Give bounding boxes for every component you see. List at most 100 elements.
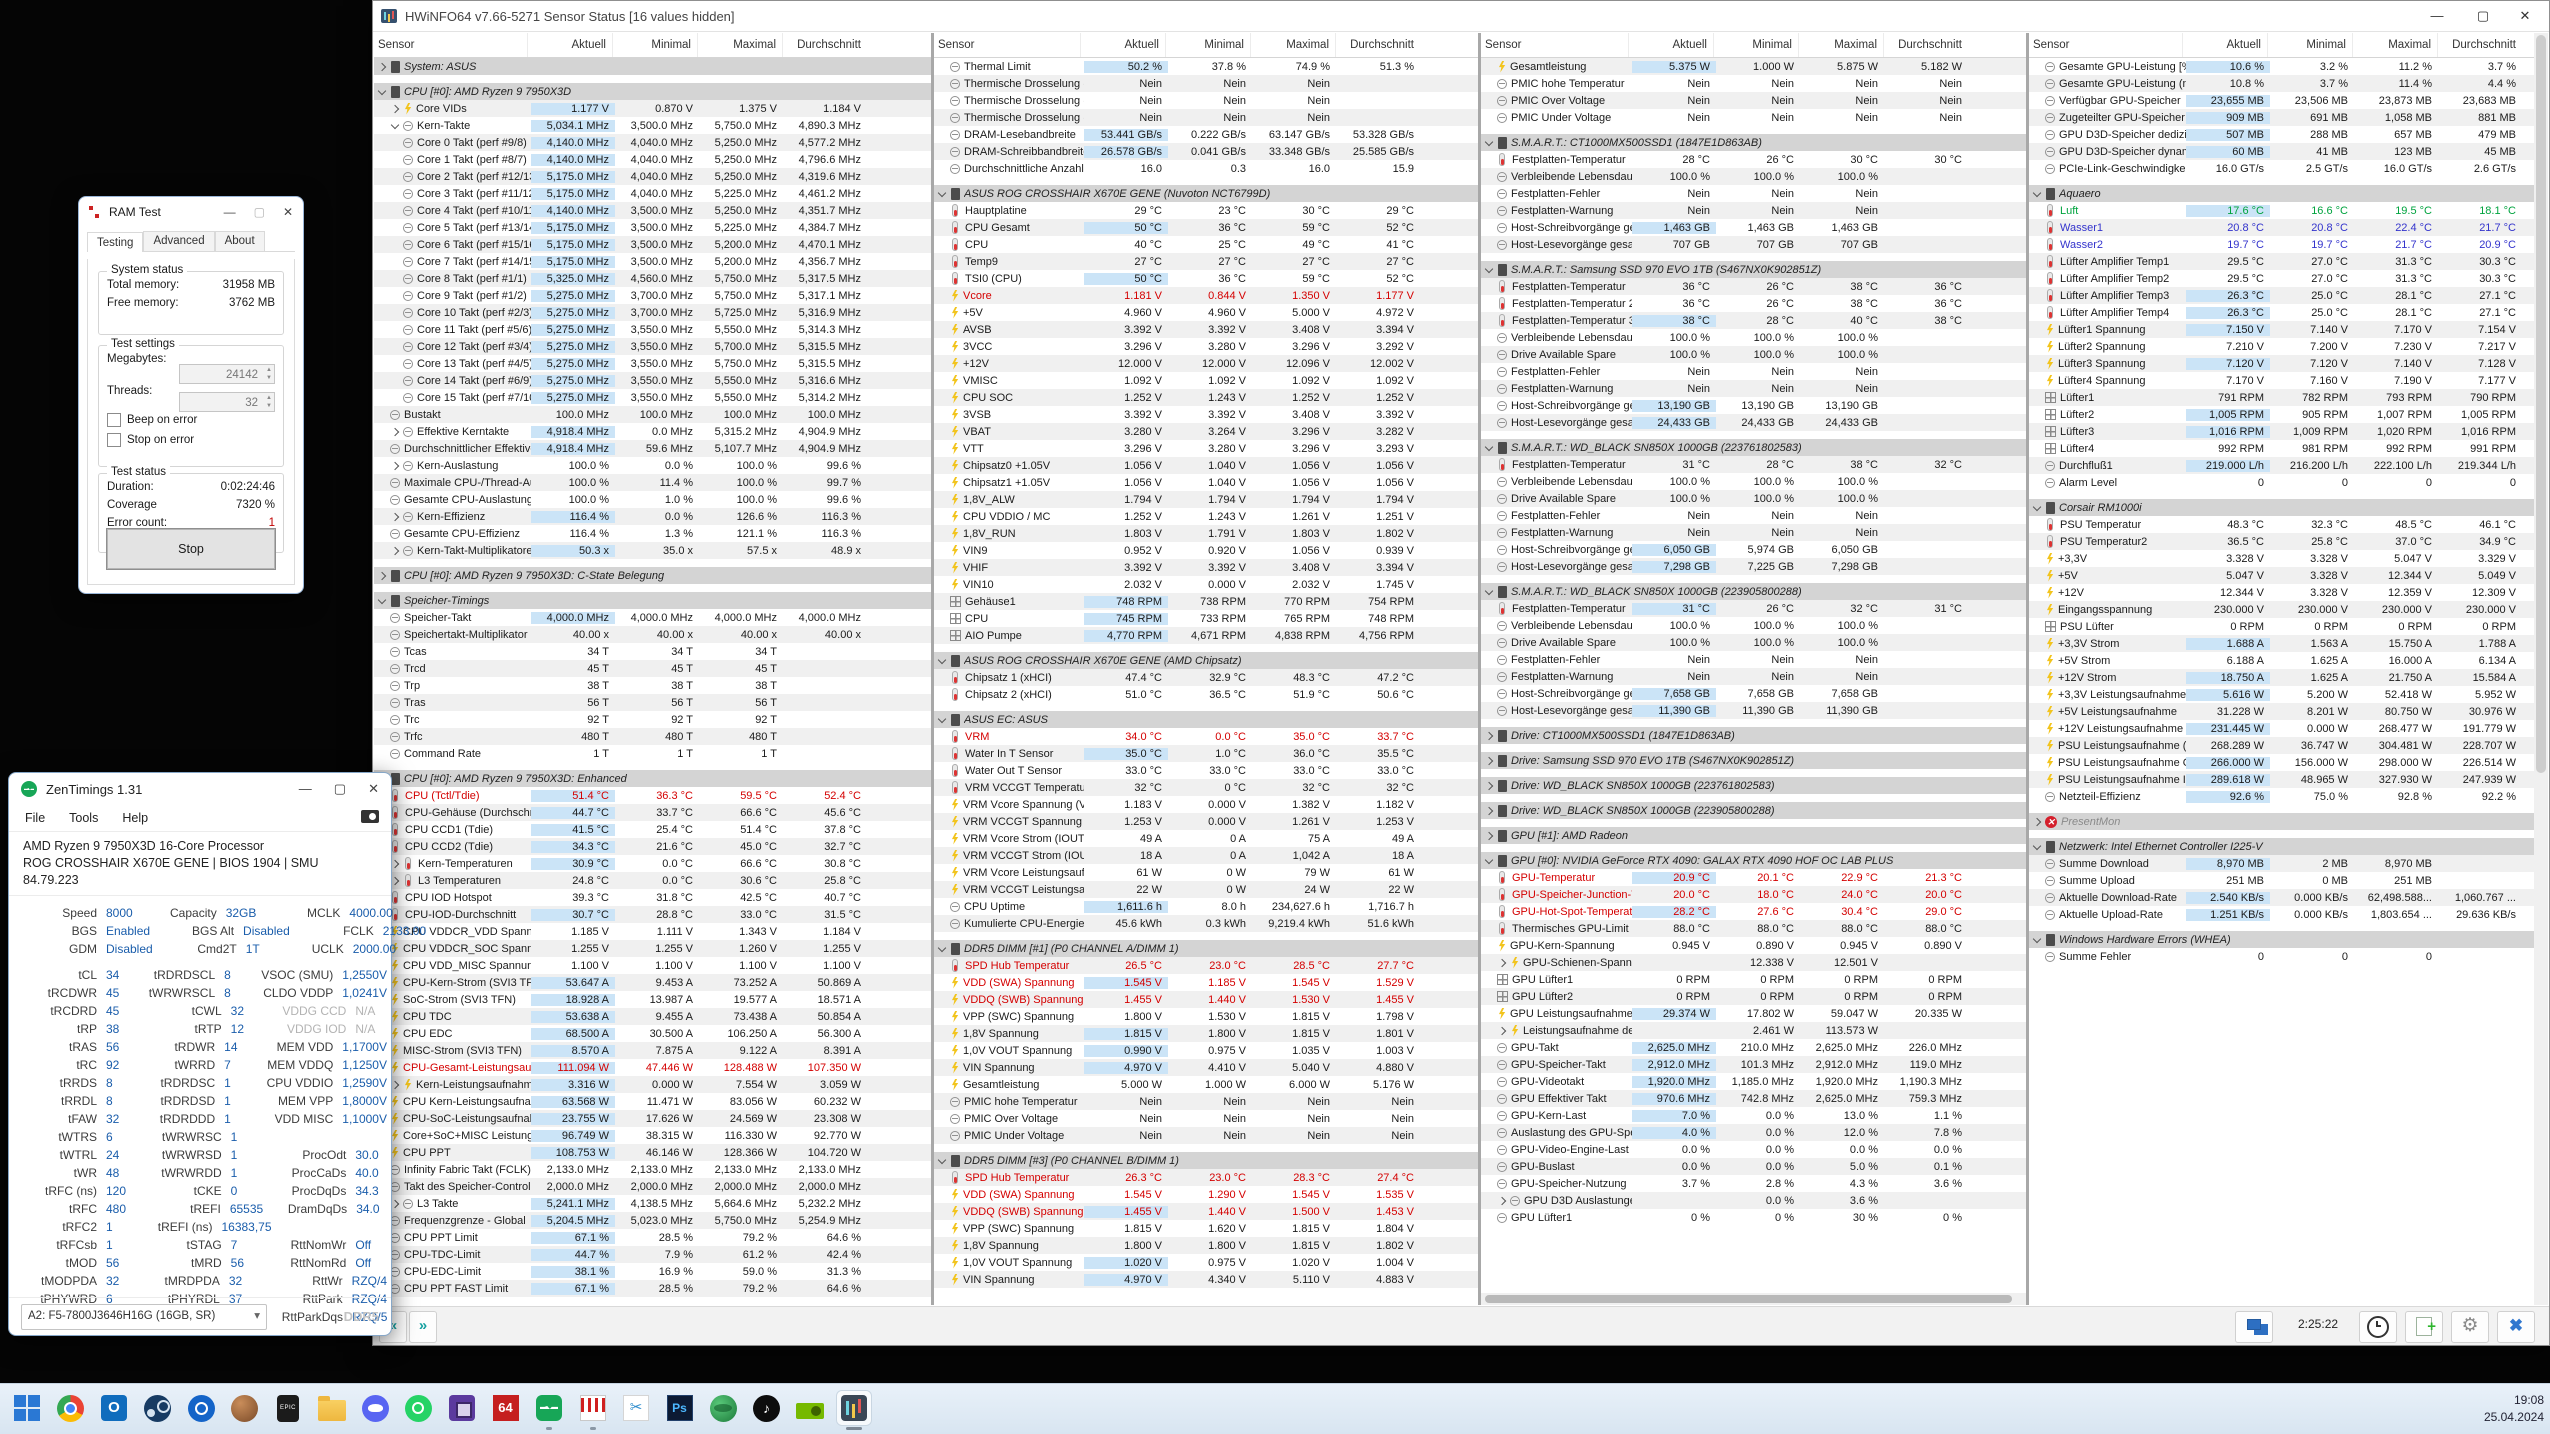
- sensor-row[interactable]: PSU Lüfter0 RPM0 RPM0 RPM0 RPM: [2029, 618, 2534, 635]
- sensor-row[interactable]: Gesamte CPU-Effizienz116.4 %1.3 %121.1 %…: [374, 525, 931, 542]
- sensor-row[interactable]: CPU Uptime1,611.6 h8.0 h234,627.6 h1,716…: [934, 898, 1478, 915]
- sensor-row[interactable]: SoC-Strom (SVI3 TFN)18.928 A13.987 A19.5…: [374, 991, 931, 1008]
- sensor-row[interactable]: Drive Available Spare100.0 %100.0 %100.0…: [1481, 346, 2026, 363]
- sensor-section[interactable]: GPU [#1]: AMD Radeon: [1481, 827, 2026, 844]
- sensor-section[interactable]: ✕PresentMon: [2029, 813, 2534, 830]
- sensor-row[interactable]: GPU Lüfter20 RPM0 RPM0 RPM0 RPM: [1481, 988, 2026, 1005]
- sensor-row[interactable]: CPU VDDCR_VDD Spannung (SVI...1.185 V1.1…: [374, 923, 931, 940]
- sensor-row[interactable]: CPU PPT FAST Limit67.1 %28.5 %79.2 %64.6…: [374, 1280, 931, 1297]
- sensor-section[interactable]: System: ASUS: [374, 58, 931, 75]
- collapse-icon[interactable]: [376, 592, 389, 609]
- maximize-button[interactable]: ▢: [2463, 1, 2503, 30]
- sensor-row[interactable]: 1,8V Spannung1.800 V1.800 V1.815 V1.802 …: [934, 1237, 1478, 1254]
- sensor-row[interactable]: Festplatten-Temperatur 338 °C28 °C40 °C3…: [1481, 312, 2026, 329]
- sensor-row[interactable]: VRM Vcore Leistungsaufnahme (P...61 W0 W…: [934, 864, 1478, 881]
- zentimings-titlebar[interactable]: ZenTimings 1.31 — ▢ ✕: [9, 773, 391, 805]
- sensor-section[interactable]: CPU [#0]: AMD Ryzen 9 7950X3D: Enhanced: [374, 770, 931, 787]
- expand-icon[interactable]: [1483, 777, 1496, 794]
- sensor-row[interactable]: Core 3 Takt (perf #11/12)5,175.0 MHz4,04…: [374, 185, 931, 202]
- column-header[interactable]: Aktuell: [527, 33, 612, 57]
- expand-icon[interactable]: [2031, 813, 2044, 830]
- collapse-icon[interactable]: [936, 711, 949, 728]
- sensor-row[interactable]: CPU Gesamt50 °C36 °C59 °C52 °C: [934, 219, 1478, 236]
- spinner-arrows-icon[interactable]: ▲▼: [266, 366, 272, 382]
- expand-icon[interactable]: [1483, 727, 1496, 744]
- sensor-row[interactable]: Trc92 T92 T92 T: [374, 711, 931, 728]
- sensor-row[interactable]: Wasser219.7 °C19.7 °C21.7 °C20.9 °C: [2029, 236, 2534, 253]
- sensor-row[interactable]: CPU TDC53.638 A9.455 A73.438 A50.854 A: [374, 1008, 931, 1025]
- sensor-row[interactable]: VPP (SWC) Spannung1.815 V1.620 V1.815 V1…: [934, 1220, 1478, 1237]
- sensor-row[interactable]: Core VIDs1.177 V0.870 V1.375 V1.184 V: [374, 100, 931, 117]
- sensor-section[interactable]: S.M.A.R.T.: WD_BLACK SN850X 1000GB (2237…: [1481, 439, 2026, 456]
- sensor-row[interactable]: Water In T Sensor35.0 °C1.0 °C36.0 °C35.…: [934, 745, 1478, 762]
- sensor-row[interactable]: Verbleibende Lebensdauer der Fe...100.0 …: [1481, 617, 2026, 634]
- sensor-section[interactable]: CPU [#0]: AMD Ryzen 9 7950X3D: C-State B…: [374, 567, 931, 584]
- sensor-row[interactable]: Host-Schreibvorgänge gesamt13,190 GB13,1…: [1481, 397, 2026, 414]
- expand-icon[interactable]: [1483, 752, 1496, 769]
- sensor-row[interactable]: VIN102.032 V0.000 V2.032 V1.745 V: [934, 576, 1478, 593]
- column-header[interactable]: Durchschnitt: [1883, 33, 1968, 57]
- sensor-row[interactable]: +12V12.000 V12.000 V12.096 V12.002 V: [934, 355, 1478, 372]
- sensor-row[interactable]: Core 12 Takt (perf #3/4)5,275.0 MHz3,550…: [374, 338, 931, 355]
- sensor-row[interactable]: PMIC Over VoltageNeinNeinNeinNein: [1481, 92, 2026, 109]
- sensor-row[interactable]: Festplatten-WarnungNeinNeinNein: [1481, 202, 2026, 219]
- collapse-icon[interactable]: [1483, 261, 1496, 278]
- sensor-row[interactable]: Kumulierte CPU-Energie45.6 kWh0.3 kWh9,2…: [934, 915, 1478, 932]
- sensor-row[interactable]: AVSB3.392 V3.392 V3.408 V3.394 V: [934, 321, 1478, 338]
- sensor-row[interactable]: Lüfter4 Spannung7.170 V7.160 V7.190 V7.1…: [2029, 372, 2534, 389]
- sensor-row[interactable]: Core 6 Takt (perf #15/16)5,175.0 MHz3,50…: [374, 236, 931, 253]
- sensor-row[interactable]: Kern-Takte5,034.1 MHz3,500.0 MHz5,750.0 …: [374, 117, 931, 134]
- sensor-row[interactable]: 1,8V_ALW1.794 V1.794 V1.794 V1.794 V: [934, 491, 1478, 508]
- sensor-row[interactable]: Effektive Kerntakte4,918.4 MHz0.0 MHz5,3…: [374, 423, 931, 440]
- taskbar-icon-epic-games[interactable]: EPIC: [271, 1391, 305, 1425]
- sensor-row[interactable]: Speichertakt-Multiplikator40.00 x40.00 x…: [374, 626, 931, 643]
- sensor-row[interactable]: Summe Download8,970 MB2 MB8,970 MB: [2029, 855, 2534, 872]
- sensor-row[interactable]: Core 1 Takt (perf #8/7)4,140.0 MHz4,040.…: [374, 151, 931, 168]
- sensor-row[interactable]: Lüfter Amplifier Temp129.5 °C27.0 °C31.3…: [2029, 253, 2534, 270]
- sensor-row[interactable]: Festplatten-Temperatur31 °C26 °C32 °C31 …: [1481, 600, 2026, 617]
- sensor-row[interactable]: Gesamtleistung5.375 W1.000 W5.875 W5.182…: [1481, 58, 2026, 75]
- sensor-section[interactable]: ASUS ROG CROSSHAIR X670E GENE (AMD Chips…: [934, 652, 1478, 669]
- sensor-row[interactable]: Core 14 Takt (perf #6/9)5,275.0 MHz3,550…: [374, 372, 931, 389]
- expand-icon[interactable]: [389, 542, 402, 559]
- sensor-row[interactable]: CPU SOC1.252 V1.243 V1.252 V1.252 V: [934, 389, 1478, 406]
- sensor-row[interactable]: CPU745 RPM733 RPM765 RPM748 RPM: [934, 610, 1478, 627]
- sensor-row[interactable]: CPU PPT Limit67.1 %28.5 %79.2 %64.6 %: [374, 1229, 931, 1246]
- sensor-row[interactable]: Lüfter Amplifier Temp426.3 °C25.0 °C28.1…: [2029, 304, 2534, 321]
- sensor-row[interactable]: CPU CCD1 (Tdie)41.5 °C25.4 °C51.4 °C37.8…: [374, 821, 931, 838]
- taskbar-icon-tiktok[interactable]: ♪: [750, 1391, 784, 1425]
- sensor-row[interactable]: +5V4.960 V4.960 V5.000 V4.972 V: [934, 304, 1478, 321]
- sensor-row[interactable]: Trp38 T38 T38 T: [374, 677, 931, 694]
- sensor-row[interactable]: Thermal Limit50.2 %37.8 %74.9 %51.3 %: [934, 58, 1478, 75]
- sensor-row[interactable]: Thermisches GPU-Limit88.0 °C88.0 °C88.0 …: [1481, 920, 2026, 937]
- sensor-row[interactable]: Infinity Fabric Takt (FCLK)2,133.0 MHz2,…: [374, 1161, 931, 1178]
- sensor-row[interactable]: Drive Available Spare100.0 %100.0 %100.0…: [1481, 490, 2026, 507]
- sensor-row[interactable]: Lüfter1791 RPM782 RPM793 RPM790 RPM: [2029, 389, 2534, 406]
- column-header[interactable]: Minimal: [2267, 33, 2352, 57]
- sensor-row[interactable]: Maximale CPU-/Thread-Auslastung100.0 %11…: [374, 474, 931, 491]
- sensor-row[interactable]: Festplatten-WarnungNeinNeinNein: [1481, 668, 2026, 685]
- sensor-row[interactable]: CPU IOD Hotspot39.3 °C31.8 °C42.5 °C40.7…: [374, 889, 931, 906]
- sensor-row[interactable]: Core 13 Takt (perf #4/5)5,275.0 MHz3,550…: [374, 355, 931, 372]
- taskbar-icon-blue-app[interactable]: [184, 1391, 218, 1425]
- sensor-row[interactable]: AIO Pumpe4,770 RPM4,671 RPM4,838 RPM4,75…: [934, 627, 1478, 644]
- sensor-section[interactable]: Speicher-Timings: [374, 592, 931, 609]
- sensor-row[interactable]: Core 10 Takt (perf #2/3)5,275.0 MHz3,700…: [374, 304, 931, 321]
- sensor-row[interactable]: DRAM-Schreibbandbreite26.578 GB/s0.041 G…: [934, 143, 1478, 160]
- sensor-section[interactable]: S.M.A.R.T.: WD_BLACK SN850X 1000GB (2239…: [1481, 583, 2026, 600]
- sensor-row[interactable]: Core 0 Takt (perf #9/8)4,140.0 MHz4,040.…: [374, 134, 931, 151]
- sensor-row[interactable]: Auslastung des GPU-Speicher-Co...4.0 %0.…: [1481, 1124, 2026, 1141]
- sensor-row[interactable]: Vcore1.181 V0.844 V1.350 V1.177 V: [934, 287, 1478, 304]
- sensor-row[interactable]: Festplatten-Temperatur 236 °C26 °C38 °C3…: [1481, 295, 2026, 312]
- taskbar-icon-start[interactable]: [10, 1391, 44, 1425]
- collapse-icon[interactable]: [1483, 583, 1496, 600]
- sensor-row[interactable]: Verbleibende Lebensdauer der Fe...100.0 …: [1481, 168, 2026, 185]
- column-header[interactable]: Aktuell: [1628, 33, 1713, 57]
- sensor-row[interactable]: GPU Effektiver Takt970.6 MHz742.8 MHz2,6…: [1481, 1090, 2026, 1107]
- sensor-row[interactable]: Core 5 Takt (perf #13/14)5,175.0 MHz3,50…: [374, 219, 931, 236]
- sensor-row[interactable]: +12V Leistungsaufnahme231.445 W0.000 W26…: [2029, 720, 2534, 737]
- sensor-row[interactable]: VPP (SWC) Spannung1.800 V1.530 V1.815 V1…: [934, 1008, 1478, 1025]
- taskbar-icon-globe-app[interactable]: [706, 1391, 740, 1425]
- collapse-icon[interactable]: [936, 652, 949, 669]
- sensor-row[interactable]: Kern-Effizienz116.4 %0.0 %126.6 %116.3 %: [374, 508, 931, 525]
